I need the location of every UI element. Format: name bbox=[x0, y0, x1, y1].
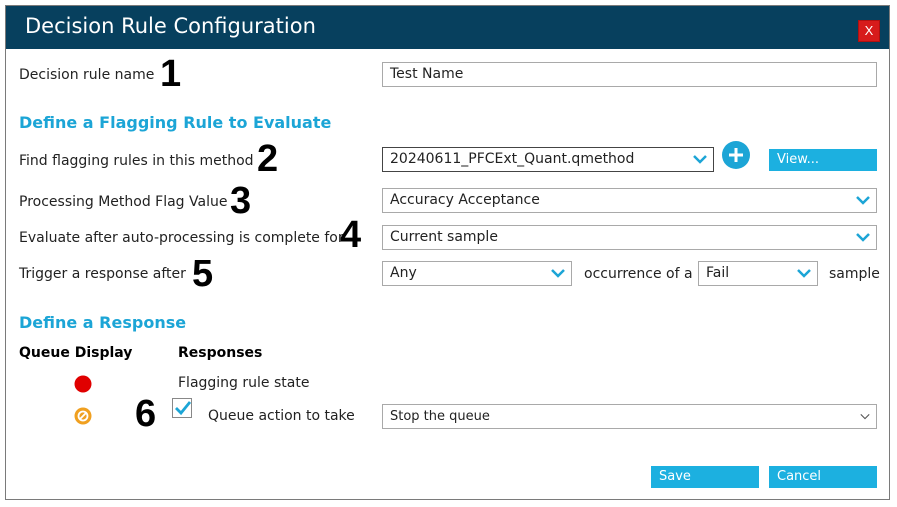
add-rule-button[interactable] bbox=[722, 141, 750, 169]
queue-paused-icon bbox=[74, 407, 92, 425]
responses-header: Responses bbox=[178, 345, 263, 361]
method-select[interactable]: 20240611_PFCExt_Quant.qmethod bbox=[382, 147, 714, 172]
state-dot-icon bbox=[74, 375, 92, 393]
chevron-down-icon bbox=[693, 155, 707, 164]
find-rules-label: Find flagging rules in this method bbox=[19, 153, 254, 169]
queue-action-label: Queue action to take bbox=[208, 408, 355, 424]
chevron-down-icon bbox=[797, 269, 811, 278]
chevron-down-icon bbox=[856, 233, 870, 242]
trigger-count-value: Any bbox=[390, 265, 417, 281]
evaluate-select[interactable]: Current sample bbox=[382, 225, 877, 250]
rule-name-label: Decision rule name bbox=[19, 67, 155, 83]
queue-display-header: Queue Display bbox=[19, 345, 133, 361]
trigger-label: Trigger a response after bbox=[19, 266, 186, 282]
checkmark-icon bbox=[175, 401, 192, 416]
title-bar: Decision Rule Configuration X bbox=[6, 6, 889, 49]
queue-action-select[interactable]: Stop the queue bbox=[382, 404, 877, 429]
chevron-down-icon bbox=[856, 196, 870, 205]
method-select-value: 20240611_PFCExt_Quant.qmethod bbox=[390, 151, 635, 167]
cancel-button[interactable]: Cancel bbox=[769, 466, 877, 488]
flag-value-select[interactable]: Accuracy Acceptance bbox=[382, 188, 877, 213]
queue-action-value: Stop the queue bbox=[390, 409, 490, 424]
save-button[interactable]: Save bbox=[651, 466, 759, 488]
queue-action-checkbox[interactable] bbox=[172, 398, 192, 418]
trigger-result-value: Fail bbox=[706, 265, 730, 281]
trigger-count-select[interactable]: Any bbox=[382, 261, 572, 286]
dialog-title: Decision Rule Configuration bbox=[25, 14, 316, 38]
flag-value-select-value: Accuracy Acceptance bbox=[390, 192, 540, 208]
trigger-result-select[interactable]: Fail bbox=[698, 261, 818, 286]
rule-name-input[interactable]: Test Name bbox=[382, 62, 877, 87]
response-section-title: Define a Response bbox=[19, 313, 187, 332]
close-button[interactable]: X bbox=[858, 20, 880, 42]
callout-4: 4 bbox=[340, 214, 362, 256]
evaluate-select-value: Current sample bbox=[390, 229, 498, 245]
chevron-down-icon bbox=[551, 269, 565, 278]
evaluate-label: Evaluate after auto-processing is comple… bbox=[19, 230, 344, 246]
callout-5: 5 bbox=[192, 253, 214, 295]
callout-3: 3 bbox=[230, 180, 252, 222]
callout-1: 1 bbox=[160, 53, 182, 95]
plus-icon bbox=[729, 148, 743, 162]
callout-2: 2 bbox=[257, 138, 279, 180]
view-button[interactable]: View... bbox=[769, 149, 877, 171]
rule-state-label: Flagging rule state bbox=[178, 375, 310, 391]
callout-6: 6 bbox=[135, 393, 157, 435]
flag-value-label: Processing Method Flag Value bbox=[19, 194, 228, 210]
flagging-section-title: Define a Flagging Rule to Evaluate bbox=[19, 113, 332, 132]
chevron-down-icon bbox=[860, 414, 870, 420]
occurrence-text: occurrence of a bbox=[584, 266, 693, 282]
sample-text: sample bbox=[829, 266, 880, 282]
